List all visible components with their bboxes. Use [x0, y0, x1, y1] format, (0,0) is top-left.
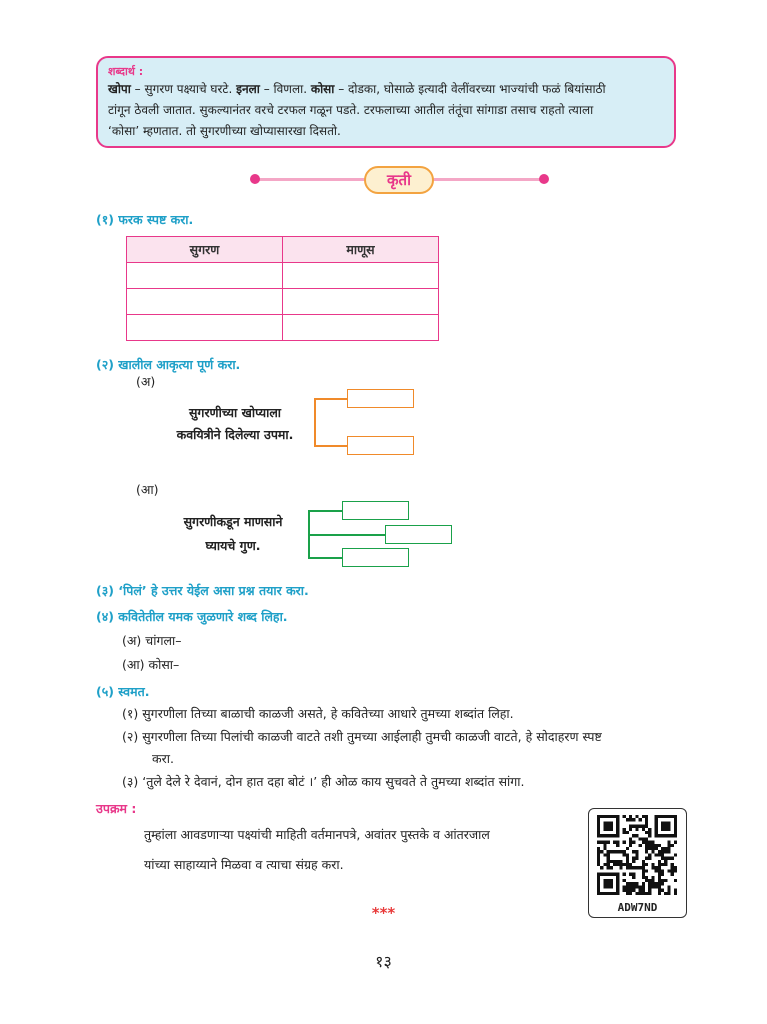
q2-aa-label: (आ) — [136, 482, 159, 497]
q2-heading: (२) खालील आकृत्या पूर्ण करा. — [96, 357, 241, 372]
diagram-a-branch-bottom — [314, 445, 347, 447]
glossary-term-kosa: कोसा — [310, 82, 335, 96]
q4-heading: (४) कवितेतील यमक जुळणारे शब्द लिहा. — [96, 609, 288, 624]
table-cell[interactable] — [126, 314, 283, 341]
glossary-term-inla: इनला — [236, 82, 260, 96]
page-number: १३ — [375, 952, 392, 971]
diagram-aa-branch-middle — [308, 534, 386, 536]
glossary-def-khopa: – सुगरण पक्ष्याचे घरटे. — [130, 82, 237, 96]
table-header-row: सुगरण माणूस — [126, 236, 439, 263]
glossary-box: शब्दार्थ : खोपा – सुगरण पक्ष्याचे घरटे. … — [96, 56, 676, 148]
glossary-title: शब्दार्थ : — [108, 65, 144, 78]
diagram-aa-branch-bottom — [308, 557, 342, 559]
q2-a-text-1: सुगरणीच्या खोप्याला — [188, 405, 282, 420]
qr-code-icon — [597, 815, 677, 895]
q5-item-3: (३) ‘तुले देले रे देवानं, दोन हात दहा बो… — [122, 774, 525, 789]
answer-box[interactable] — [342, 501, 409, 520]
glossary-def-inla: – विणला. — [259, 82, 311, 96]
q3-heading: (३) ‘पिलं’ हे उत्तर येईल असा प्रश्न तयार… — [96, 583, 309, 598]
banner-dot-left — [250, 174, 260, 184]
table-cell[interactable] — [126, 288, 283, 315]
glossary-term-khopa: खोपा — [108, 82, 131, 96]
table-cell[interactable] — [282, 288, 439, 315]
table-cell[interactable] — [282, 262, 439, 289]
diagram-a-bracket — [314, 398, 316, 446]
section-end-stars: *** — [371, 904, 396, 922]
answer-box[interactable] — [347, 436, 414, 455]
answer-box[interactable] — [342, 548, 409, 567]
glossary-line-3: ‘कोसा’ म्हणतात. तो सुगरणीच्या खोप्यासारख… — [108, 124, 341, 138]
q2-aa-text-1: सुगरणीकडून माणसाने — [183, 514, 283, 529]
glossary-line-1: खोपा – सुगरण पक्ष्याचे घरटे. इनला – विणल… — [108, 79, 664, 100]
table-cell[interactable] — [282, 314, 439, 341]
glossary-def-kosa: – दोडका, घोसाळे इत्यादी वेलींवरच्या भाज्… — [334, 82, 606, 96]
upakram-line-2: यांच्या साहाय्याने मिळवा व त्याचा संग्रह… — [144, 857, 344, 872]
table-row — [126, 288, 439, 315]
q5-item-1: (१) सुगरणीला तिच्या बाळाची काळजी असते, ह… — [122, 706, 514, 721]
q5-item-2-cont: करा. — [152, 751, 174, 766]
table-row — [126, 314, 439, 341]
diagram-aa-branch-top — [308, 510, 342, 512]
table-cell[interactable] — [126, 262, 283, 289]
q2-a-text-2: कवयित्रीने दिलेल्या उपमा. — [176, 427, 294, 442]
q4-item-aa: (आ) कोसा– — [122, 657, 180, 672]
column-header-sugaran: सुगरण — [126, 236, 283, 263]
kruti-badge: कृती — [364, 166, 434, 194]
answer-box[interactable] — [347, 389, 414, 408]
diagram-a-branch-top — [314, 398, 347, 400]
banner-dot-right — [539, 174, 549, 184]
q5-item-2: (२) सुगरणीला तिच्या पिलांची काळजी वाटते … — [122, 729, 602, 744]
q1-heading: (१) फरक स्पष्ट करा. — [96, 212, 194, 227]
q2-aa-text-2: घ्यायचे गुण. — [205, 538, 261, 553]
upakram-line-1: तुम्हांला आवडणाऱ्या पक्ष्यांची माहिती वर… — [144, 827, 490, 842]
table-row — [126, 262, 439, 289]
qr-code-card[interactable]: ADW7ND — [588, 808, 687, 918]
comparison-table: सुगरण माणूस — [126, 236, 439, 341]
answer-box[interactable] — [385, 525, 452, 544]
glossary-line-2: टांगून ठेवली जातात. सुकल्यानंतर वरचे टरफ… — [108, 103, 594, 117]
column-header-manus: माणूस — [282, 236, 439, 263]
q2-a-label: (अ) — [136, 374, 156, 389]
q4-item-a: (अ) चांगला– — [122, 633, 182, 648]
q5-heading: (५) स्वमत. — [96, 684, 150, 699]
upakram-heading: उपक्रम : — [96, 801, 137, 816]
